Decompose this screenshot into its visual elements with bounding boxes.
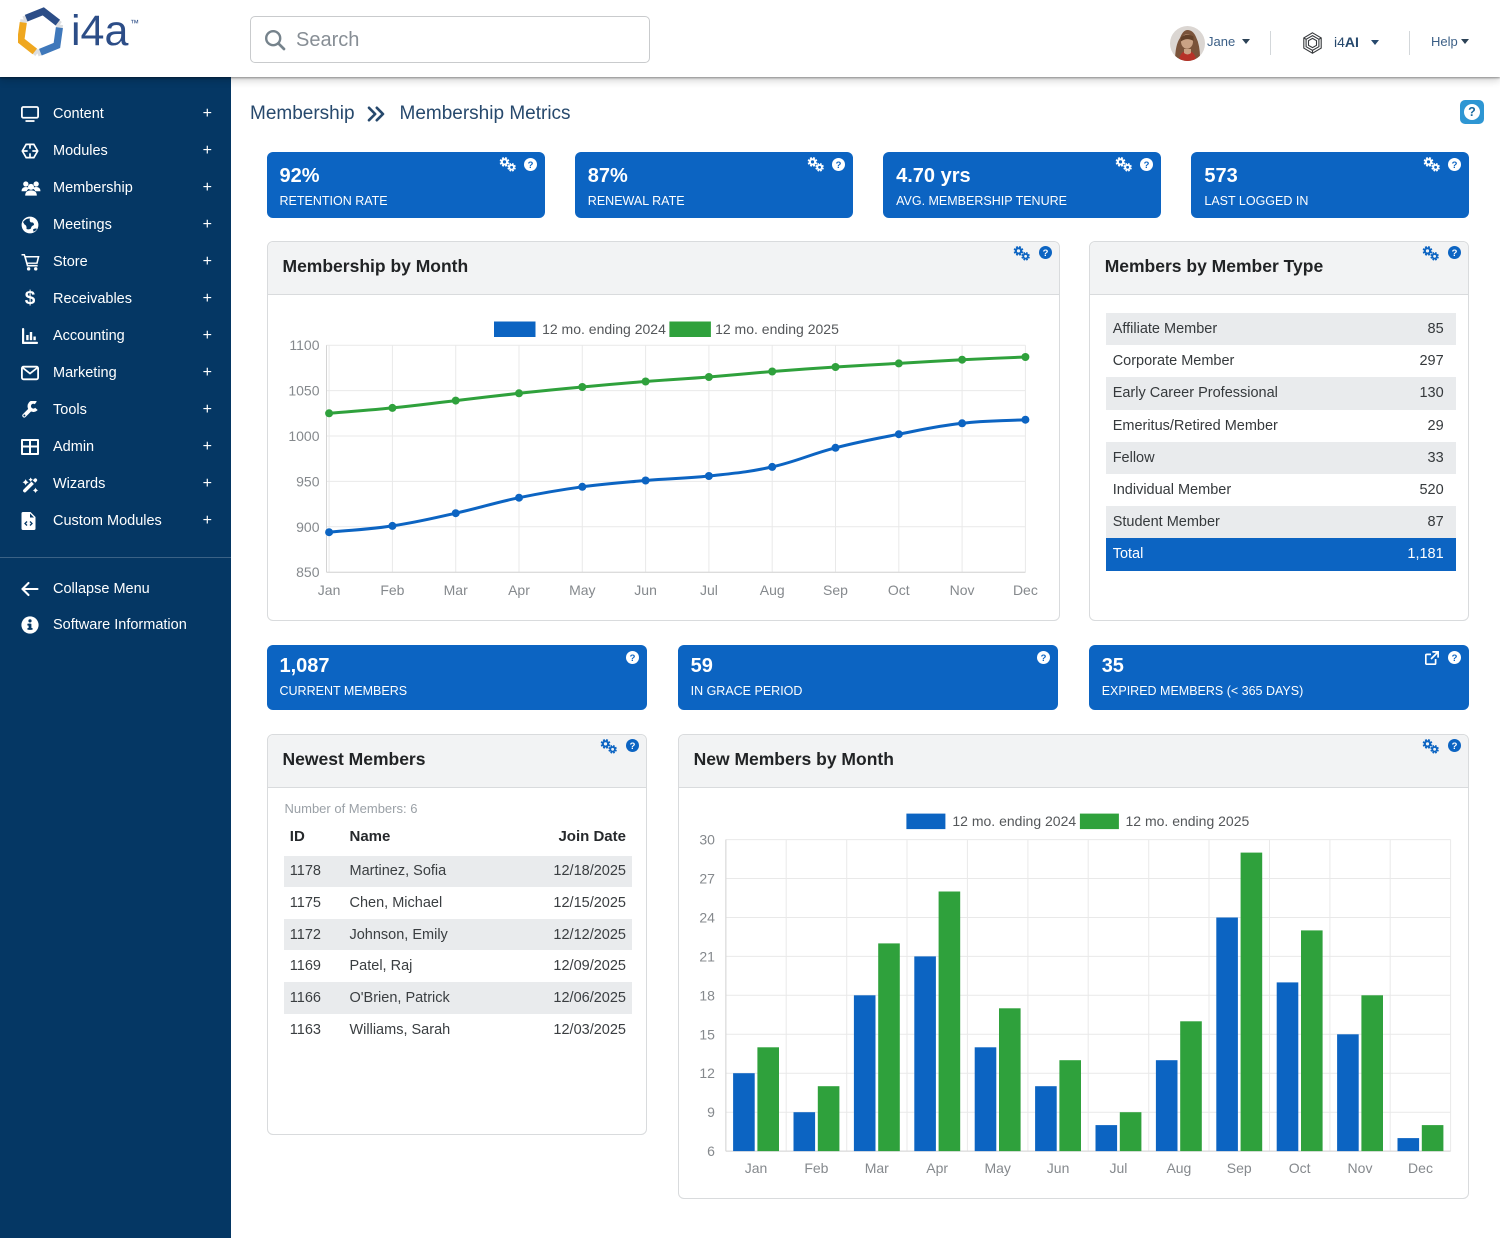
svg-text:?: ? — [527, 159, 533, 170]
svg-text:6: 6 — [707, 1143, 715, 1159]
svg-text:18: 18 — [699, 987, 715, 1003]
svg-text:Sep: Sep — [823, 582, 848, 598]
svg-text:Mar: Mar — [443, 582, 467, 598]
svg-text:?: ? — [1041, 653, 1047, 664]
svg-text:Aug: Aug — [759, 582, 784, 598]
svg-text:?: ? — [630, 653, 636, 664]
svg-text:Sep: Sep — [1226, 1160, 1251, 1176]
svg-text:Apr: Apr — [926, 1160, 948, 1176]
svg-text:Oct: Oct — [1288, 1160, 1310, 1176]
svg-text:Dec: Dec — [1012, 582, 1037, 598]
svg-text:™: ™ — [130, 18, 139, 28]
svg-text:Jun: Jun — [634, 582, 657, 598]
svg-text:850: 850 — [296, 564, 320, 580]
svg-text:Dec: Dec — [1408, 1160, 1433, 1176]
svg-text:Nov: Nov — [1347, 1160, 1372, 1176]
svg-text:1050: 1050 — [288, 382, 319, 398]
svg-text:12 mo. ending 2025: 12 mo. ending 2025 — [715, 321, 839, 337]
svg-text:900: 900 — [296, 519, 320, 535]
svg-text:Oct: Oct — [887, 582, 909, 598]
svg-text:1100: 1100 — [289, 337, 319, 353]
svg-text:21: 21 — [699, 948, 715, 964]
svg-text:Feb: Feb — [804, 1160, 828, 1176]
svg-text:Mar: Mar — [864, 1160, 888, 1176]
svg-text:Aug: Aug — [1166, 1160, 1191, 1176]
svg-text:?: ? — [1452, 159, 1458, 170]
svg-text:?: ? — [1042, 248, 1048, 259]
svg-text:May: May — [569, 582, 595, 598]
svg-text:30: 30 — [699, 831, 715, 847]
svg-text:1000: 1000 — [288, 428, 319, 444]
svg-text:Feb: Feb — [380, 582, 404, 598]
svg-text:Jan: Jan — [317, 582, 340, 598]
svg-text:?: ? — [835, 159, 841, 170]
svg-text:?: ? — [1452, 653, 1458, 664]
svg-text:950: 950 — [296, 473, 320, 489]
svg-text:12 mo. ending 2025: 12 mo. ending 2025 — [1125, 813, 1249, 829]
svg-text:12 mo. ending 2024: 12 mo. ending 2024 — [542, 321, 666, 337]
svg-text:May: May — [984, 1160, 1010, 1176]
svg-text:24: 24 — [699, 909, 715, 925]
svg-text:?: ? — [1452, 741, 1458, 752]
svg-text:?: ? — [1144, 159, 1150, 170]
svg-text:27: 27 — [699, 870, 715, 886]
svg-text:12 mo. ending 2024: 12 mo. ending 2024 — [952, 813, 1076, 829]
svg-text:9: 9 — [707, 1104, 715, 1120]
svg-text:i4a: i4a — [71, 7, 128, 55]
svg-text:?: ? — [1452, 248, 1458, 259]
svg-text:Jul: Jul — [699, 582, 717, 598]
svg-text:Apr: Apr — [508, 582, 530, 598]
svg-text:Nov: Nov — [949, 582, 974, 598]
svg-text:12: 12 — [699, 1065, 715, 1081]
svg-text:?: ? — [630, 741, 636, 752]
svg-text:Jan: Jan — [744, 1160, 767, 1176]
svg-text:Jun: Jun — [1046, 1160, 1069, 1176]
svg-text:15: 15 — [699, 1026, 715, 1042]
svg-text:Jul: Jul — [1109, 1160, 1127, 1176]
